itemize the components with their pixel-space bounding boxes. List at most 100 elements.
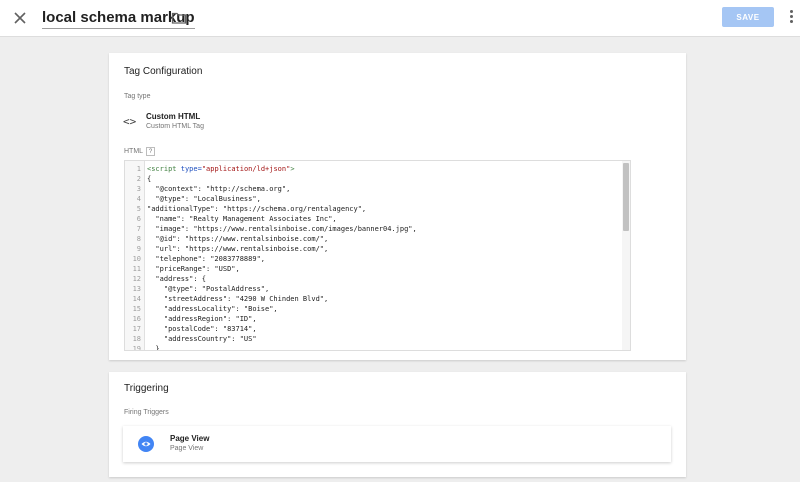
- line-number: 2: [136, 175, 141, 183]
- code-text: "@context": "http://schema.org",: [147, 184, 290, 194]
- code-line: 6 "name": "Realty Management Associates …: [125, 214, 620, 224]
- code-text: "@id": "https://www.rentalsinboise.com/"…: [147, 234, 328, 244]
- code-token: >: [290, 165, 295, 173]
- triggering-card: Triggering Firing Triggers Page View Pag…: [109, 372, 686, 477]
- html-code-editor[interactable]: 1 <script type="application/ld+json"> 2{3 …: [124, 160, 631, 351]
- html-label: HTML: [124, 148, 144, 155]
- code-line: 16 "addressRegion": "ID",: [125, 314, 620, 324]
- triggering-title: Triggering: [124, 383, 169, 394]
- code-text: "@type": "PostalAddress",: [147, 284, 269, 294]
- code-line: 8 "@id": "https://www.rentalsinboise.com…: [125, 234, 620, 244]
- code-text: "priceRange": "USD",: [147, 264, 240, 274]
- code-text: <script type="application/ld+json">: [147, 164, 295, 174]
- code-token: "addressRegion": "ID",: [147, 315, 257, 323]
- code-line: 9 "url": "https://www.rentalsinboise.com…: [125, 244, 620, 254]
- code-line: 3 "@context": "http://schema.org",: [125, 184, 620, 194]
- more-vert-icon[interactable]: [787, 9, 795, 25]
- code-token: },: [147, 345, 164, 351]
- code-token: "priceRange": "USD",: [147, 265, 240, 273]
- code-text: "additionalType": "https://schema.org/re…: [147, 204, 366, 214]
- tag-configuration-card: Tag Configuration Tag type <> Custom HTM…: [109, 53, 686, 360]
- line-number: 13: [132, 285, 141, 293]
- tag-type-subtitle: Custom HTML Tag: [146, 123, 204, 130]
- code-token: "image": "https://www.rentalsinboise.com…: [147, 225, 417, 233]
- code-token: "@type": "LocalBusiness",: [147, 195, 261, 203]
- code-text: "@type": "LocalBusiness",: [147, 194, 261, 204]
- code-token: "url": "https://www.rentalsinboise.com/"…: [147, 245, 329, 253]
- code-token: type=: [176, 165, 202, 173]
- tag-type-name: Custom HTML: [146, 112, 201, 121]
- code-brackets-icon: <>: [123, 115, 137, 128]
- eye-icon: [138, 436, 154, 452]
- editor-scrollbar[interactable]: [622, 161, 630, 350]
- code-text: "postalCode": "83714",: [147, 324, 257, 334]
- line-number: 10: [132, 255, 141, 263]
- code-text: "url": "https://www.rentalsinboise.com/"…: [147, 244, 328, 254]
- code-line: 17 "postalCode": "83714",: [125, 324, 620, 334]
- code-text: "addressLocality": "Boise",: [147, 304, 278, 314]
- code-token: "@context": "http://schema.org",: [147, 185, 291, 193]
- line-number: 5: [136, 205, 141, 213]
- line-number: 19: [132, 345, 141, 351]
- code-text: },: [147, 344, 164, 351]
- trigger-name: Page View: [170, 434, 210, 443]
- close-icon[interactable]: [10, 8, 30, 28]
- folder-icon[interactable]: [171, 10, 187, 26]
- code-line: 14 "streetAddress": "4290 W Chinden Blvd…: [125, 294, 620, 304]
- line-number: 8: [136, 235, 141, 243]
- code-token: "@type": "PostalAddress",: [147, 285, 270, 293]
- line-number: 4: [136, 195, 141, 203]
- code-text: "addressRegion": "ID",: [147, 314, 257, 324]
- code-line: 19 },: [125, 344, 620, 351]
- line-number: 18: [132, 335, 141, 343]
- trigger-type: Page View: [170, 445, 204, 452]
- trigger-item-page-view[interactable]: Page View Page View: [123, 426, 671, 462]
- code-text: {: [147, 174, 151, 184]
- code-line: 7 "image": "https://www.rentalsinboise.c…: [125, 224, 620, 234]
- code-text: "image": "https://www.rentalsinboise.com…: [147, 224, 417, 234]
- save-button[interactable]: SAVE: [722, 7, 774, 27]
- top-bar: local schema markup SAVE: [0, 0, 800, 37]
- code-line: 4 "@type": "LocalBusiness",: [125, 194, 620, 204]
- code-line: 2{: [125, 174, 620, 184]
- editor-scrollbar-thumb[interactable]: [623, 163, 629, 231]
- code-token: "name": "Realty Management Associates In…: [147, 215, 337, 223]
- line-number: 15: [132, 305, 141, 313]
- tag-type-selector[interactable]: <> Custom HTML Custom HTML Tag: [123, 108, 423, 138]
- firing-triggers-label: Firing Triggers: [124, 409, 169, 416]
- line-number: 16: [132, 315, 141, 323]
- help-icon[interactable]: ?: [146, 147, 156, 156]
- line-number: 12: [132, 275, 141, 283]
- code-token: "application/ld+json": [201, 165, 291, 173]
- code-token: "streetAddress": "4290 W Chinden Blvd",: [147, 295, 329, 303]
- html-label-row: HTML ?: [124, 147, 156, 156]
- tag-type-label: Tag type: [124, 93, 151, 100]
- code-line: 11 "priceRange": "USD",: [125, 264, 620, 274]
- code-text: "address": {: [147, 274, 206, 284]
- code-line: 15 "addressLocality": "Boise",: [125, 304, 620, 314]
- code-text: "streetAddress": "4290 W Chinden Blvd",: [147, 294, 328, 304]
- line-number: 1: [136, 165, 141, 173]
- code-text: "telephone": "2083778889",: [147, 254, 265, 264]
- line-number: 17: [132, 325, 141, 333]
- code-line: 12 "address": {: [125, 274, 620, 284]
- tag-configuration-title: Tag Configuration: [124, 66, 203, 77]
- line-number: 11: [132, 265, 141, 273]
- line-number: 9: [136, 245, 141, 253]
- code-token: {: [147, 175, 152, 183]
- code-token: "address": {: [147, 275, 207, 283]
- code-token: "postalCode": "83714",: [147, 325, 257, 333]
- code-line: 13 "@type": "PostalAddress",: [125, 284, 620, 294]
- code-line: 18 "addressCountry": "US": [125, 334, 620, 344]
- code-line: 10 "telephone": "2083778889",: [125, 254, 620, 264]
- code-line: 1 <script type="application/ld+json">: [125, 164, 620, 174]
- code-text: "addressCountry": "US": [147, 334, 257, 344]
- line-number: 3: [136, 185, 141, 193]
- code-token: "addressLocality": "Boise",: [147, 305, 278, 313]
- code-token: "additionalType": "https://schema.org/re…: [147, 205, 367, 213]
- code-token: "telephone": "2083778889",: [147, 255, 266, 263]
- code-token: "@id": "https://www.rentalsinboise.com/"…: [147, 235, 329, 243]
- code-token: "addressCountry": "US": [147, 335, 257, 343]
- line-number: 7: [136, 225, 141, 233]
- code-line: 5 "additionalType": "https://schema.org/r…: [125, 204, 620, 214]
